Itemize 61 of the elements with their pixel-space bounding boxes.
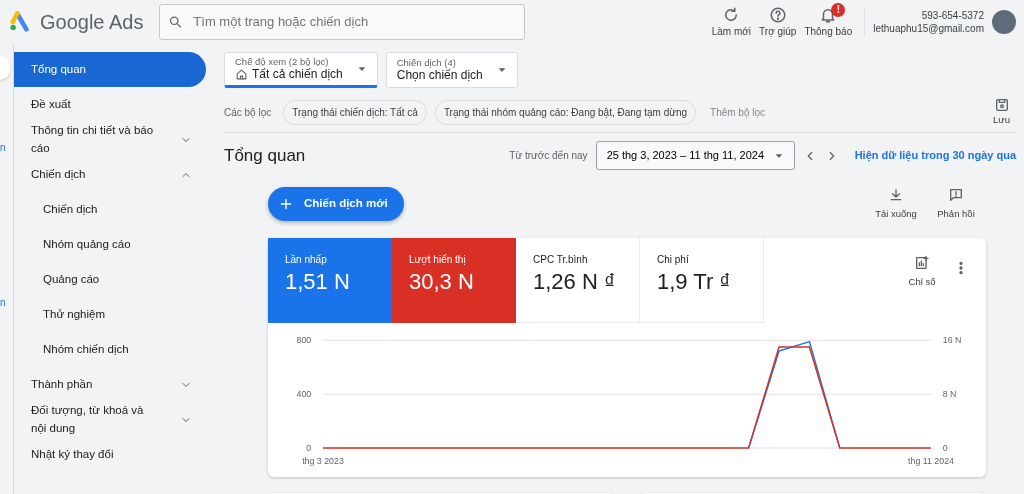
nav-item[interactable]: Đối tượng, từ khoá và nội dung (14, 402, 206, 437)
nav-item[interactable]: Chiến dịch (14, 192, 206, 227)
toolbar-button[interactable]: Trợ giúp (755, 5, 801, 39)
feedback-icon (948, 186, 964, 203)
page-title: Tổng quan (224, 144, 307, 167)
date-preset: Từ trước đến nay (509, 149, 588, 163)
download-icon (888, 186, 904, 203)
filter-chip[interactable]: Trạng thái nhóm quảng cáo: Đang bật, Đang tạm dừng (434, 99, 697, 125)
app-logo-text: Google Ads (40, 10, 144, 35)
tool-button[interactable]: Phản hồi (926, 185, 986, 222)
date-range-picker[interactable]: 25 thg 3, 2023 – 11 thg 11, 2024 (595, 141, 795, 170)
metric-tile[interactable]: CPC Tr.bình 1,26 N ₫ (516, 238, 640, 323)
axis-label: 0 (942, 443, 948, 454)
axis-label: 400 (296, 389, 312, 400)
chart-add-icon (914, 255, 930, 271)
metric-tile[interactable]: Lần nhấp 1,51 N (268, 238, 392, 323)
logo-icon (8, 11, 32, 33)
nav-item[interactable]: Nhật ký thay đổi (14, 437, 206, 472)
search-icon (168, 14, 184, 30)
axis-label: thg 11 2024 (908, 455, 954, 466)
toolbar-button[interactable]: Thông báo ! (800, 5, 857, 39)
metric-tile[interactable]: Lượt hiển thị 30,3 N (392, 238, 516, 323)
nav-item[interactable]: Thử nghiệm (14, 297, 206, 332)
axis-label: 800 (296, 335, 312, 346)
add-filter-button[interactable]: Thêm bộ lọc (704, 103, 772, 121)
axis-label: thg 3 2023 (302, 455, 344, 466)
axis-label: 16 N (942, 335, 962, 346)
nav-item[interactable]: Đề xuất (14, 87, 206, 122)
account-email: lethuaphu15@gmail.com (873, 22, 984, 36)
new-campaign-button[interactable]: Chiến dịch mới (268, 186, 404, 221)
account-id: 593-654-5372 (920, 8, 984, 22)
axis-label: 0 (306, 443, 312, 454)
caret-icon (356, 64, 367, 74)
axis-label: 8 N (942, 389, 957, 400)
metrics-button[interactable]: Chỉ số (892, 254, 952, 323)
filters-label: Các bộ lọc (224, 105, 272, 120)
view-selector[interactable]: Chiến dịch (4) Chọn chiến dịch (385, 52, 518, 88)
tool-button[interactable]: Tải xuống (866, 185, 926, 222)
view-selector[interactable]: Chế độ xem (2 bộ lọc) Tất cả chiến dịch (224, 52, 378, 88)
search-bar[interactable]: Tìm một trang hoặc chiến dịch (159, 4, 526, 40)
date-link[interactable]: Hiện dữ liệu trong 30 ngày qua (854, 147, 1016, 164)
help-icon (768, 5, 787, 24)
nav-item[interactable]: Nhóm chiến dịch (14, 332, 206, 367)
toolbar-button[interactable]: Làm mới (707, 5, 756, 39)
notification-badge: ! (831, 2, 846, 17)
home-icon (235, 67, 248, 81)
nav-item[interactable]: Thành phần (14, 367, 206, 402)
rail-text: n (0, 296, 7, 310)
caret-icon (496, 65, 507, 75)
save-button[interactable]: Lưu (987, 96, 1016, 129)
nav-item[interactable]: Nhóm quảng cáo (14, 227, 206, 262)
nav-item[interactable]: Thông tin chi tiết và báo cáo (14, 122, 206, 157)
rail-text: n (0, 141, 7, 155)
avatar[interactable] (992, 10, 1016, 34)
nav-item[interactable]: Chiến dịch (14, 157, 206, 192)
nav-item[interactable]: Quảng cáo (14, 262, 206, 297)
filter-chip[interactable]: Trạng thái chiến dịch: Tất cả (283, 99, 427, 125)
nav-item[interactable]: Tổng quan (14, 52, 206, 87)
search-field[interactable]: Tìm một trang hoặc chiến dịch (191, 11, 517, 33)
save-icon (993, 97, 1010, 113)
metric-tile[interactable]: Chi phí 1,9 Tr ₫ (640, 238, 764, 323)
